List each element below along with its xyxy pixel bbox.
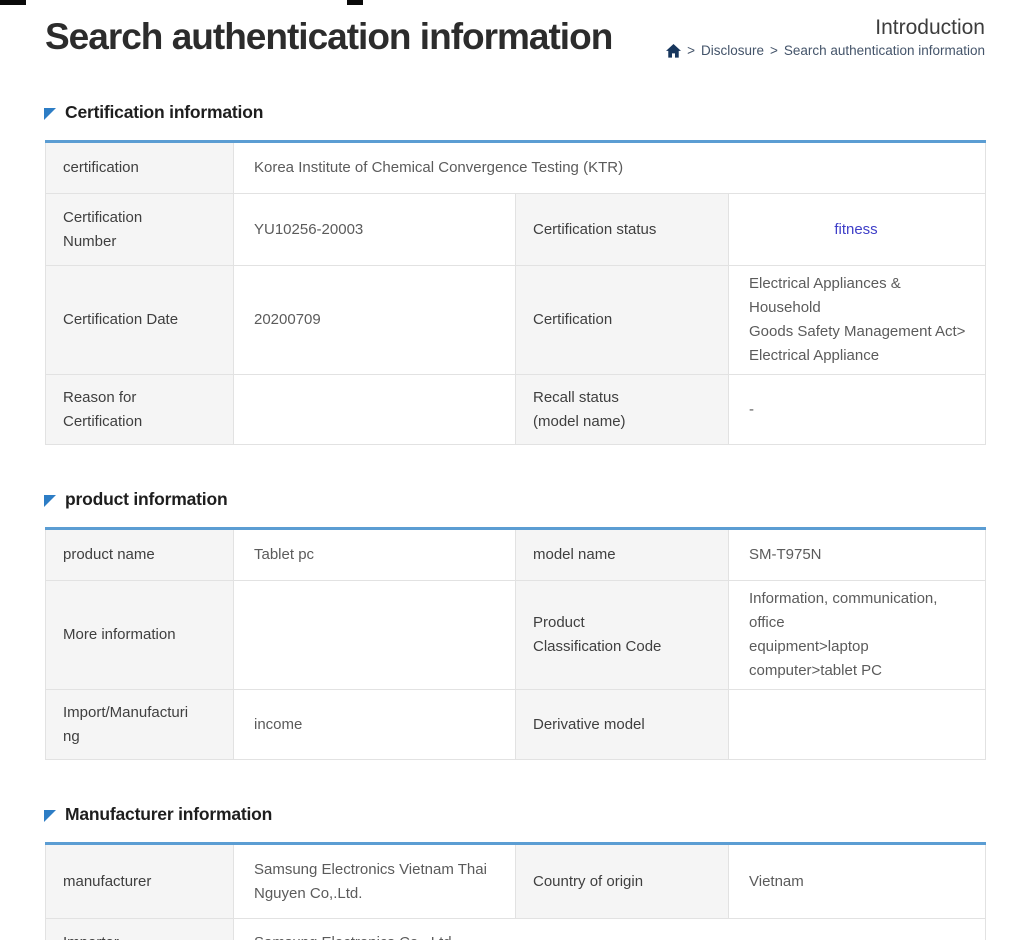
cell-value-certification: Korea Institute of Chemical Convergence … <box>234 142 986 194</box>
cell-value-certification-act: Electrical Appliances & Household Goods … <box>729 266 986 375</box>
table-row: More information Product Classification … <box>46 581 986 690</box>
cell-label-reason-for-certification: Reason for Certification <box>46 375 234 445</box>
home-icon[interactable] <box>666 44 681 58</box>
table-row: product name Tablet pc model name SM-T97… <box>46 529 986 581</box>
certification-search-page: Search authentication information Introd… <box>0 0 1024 940</box>
cell-value-product-classification-code: Information, communication, office equip… <box>729 581 986 690</box>
cell-label-model-name: model name <box>516 529 729 581</box>
cell-label-product-name: product name <box>46 529 234 581</box>
certification-table: certification Korea Institute of Chemica… <box>45 140 986 445</box>
intro-link[interactable]: Introduction <box>666 15 985 40</box>
cell-label-certification-act: Certification <box>516 266 729 375</box>
section-heading-label: product information <box>65 489 227 510</box>
cell-label-product-classification-code: Product Classification Code <box>516 581 729 690</box>
section-manufacturer-info: Manufacturer information manufacturer Sa… <box>45 804 985 940</box>
section-marker-icon <box>44 810 56 822</box>
cell-value-importer: Samsung Electronics Co., Ltd. <box>234 919 986 940</box>
cell-label-certification-status: Certification status <box>516 194 729 266</box>
header-nav: Introduction > Disclosure > Search authe… <box>666 15 985 60</box>
cell-value-certification-number: YU10256-20003 <box>234 194 516 266</box>
cell-value-derivative-model <box>729 690 986 760</box>
cell-label-certification: certification <box>46 142 234 194</box>
breadcrumb-separator: > <box>770 43 778 58</box>
section-heading: Certification information <box>44 102 985 123</box>
table-row: manufacturer Samsung Electronics Vietnam… <box>46 844 986 919</box>
table-row: Importer Samsung Electronics Co., Ltd. <box>46 919 986 940</box>
breadcrumb: > Disclosure > Search authentication inf… <box>666 43 985 58</box>
table-row: certification Korea Institute of Chemica… <box>46 142 986 194</box>
section-heading-label: Manufacturer information <box>65 804 272 825</box>
cell-label-import-manufacturing: Import/Manufacturi ng <box>46 690 234 760</box>
cell-value-more-information <box>234 581 516 690</box>
cell-value-recall-status: - <box>729 375 986 445</box>
breadcrumb-item-disclosure[interactable]: Disclosure <box>701 43 764 58</box>
cell-label-derivative-model: Derivative model <box>516 690 729 760</box>
cell-label-recall-status: Recall status (model name) <box>516 375 729 445</box>
certification-status-link[interactable]: fitness <box>729 194 986 266</box>
cell-label-certification-number: Certification Number <box>46 194 234 266</box>
section-certification-info: Certification information certification … <box>45 102 985 445</box>
breadcrumb-item-current: Search authentication information <box>784 43 985 58</box>
cell-value-product-name: Tablet pc <box>234 529 516 581</box>
cell-value-manufacturer: Samsung Electronics Vietnam Thai Nguyen … <box>234 844 516 919</box>
screenshot-artifact <box>347 0 363 5</box>
cell-label-more-information: More information <box>46 581 234 690</box>
cell-label-manufacturer: manufacturer <box>46 844 234 919</box>
breadcrumb-separator: > <box>687 43 695 58</box>
section-marker-icon <box>44 495 56 507</box>
cell-value-import-manufacturing: income <box>234 690 516 760</box>
section-heading-label: Certification information <box>65 102 263 123</box>
page-title: Search authentication information <box>45 14 612 60</box>
cell-label-country-of-origin: Country of origin <box>516 844 729 919</box>
section-heading: product information <box>44 489 985 510</box>
section-product-info: product information product name Tablet … <box>45 489 985 760</box>
section-heading: Manufacturer information <box>44 804 985 825</box>
manufacturer-table: manufacturer Samsung Electronics Vietnam… <box>45 842 986 940</box>
table-row: Certification Number YU10256-20003 Certi… <box>46 194 986 266</box>
cell-value-reason-for-certification <box>234 375 516 445</box>
cell-label-importer: Importer <box>46 919 234 940</box>
section-marker-icon <box>44 108 56 120</box>
table-row: Certification Date 20200709 Certificatio… <box>46 266 986 375</box>
page-header: Search authentication information Introd… <box>45 14 985 60</box>
cell-value-country-of-origin: Vietnam <box>729 844 986 919</box>
product-table: product name Tablet pc model name SM-T97… <box>45 527 986 760</box>
cell-value-certification-date: 20200709 <box>234 266 516 375</box>
cell-label-certification-date: Certification Date <box>46 266 234 375</box>
table-row: Reason for Certification Recall status (… <box>46 375 986 445</box>
table-row: Import/Manufacturi ng income Derivative … <box>46 690 986 760</box>
screenshot-artifact <box>0 0 26 5</box>
cell-value-model-name: SM-T975N <box>729 529 986 581</box>
